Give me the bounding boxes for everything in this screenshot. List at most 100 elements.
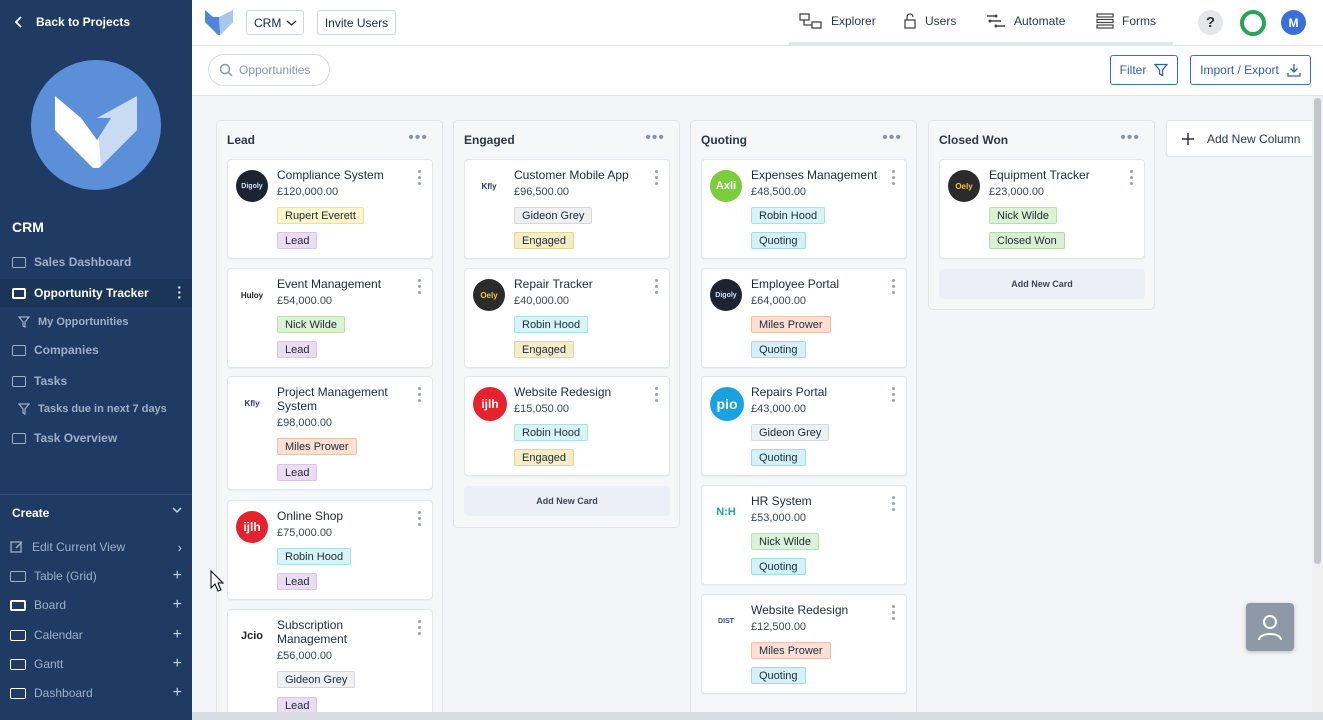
create-item-label: Table (Grid) — [34, 569, 97, 583]
more-vertical-icon[interactable] — [892, 496, 896, 511]
opportunity-card[interactable]: DIST Website Redesign £12,500.00 Miles P… — [701, 594, 907, 694]
progress-ring-icon[interactable] — [1240, 10, 1266, 36]
more-vertical-icon[interactable] — [892, 605, 896, 620]
search-box[interactable] — [208, 54, 330, 86]
more-horizontal-icon[interactable]: ••• — [882, 129, 902, 147]
more-vertical-icon[interactable] — [892, 387, 896, 402]
opportunity-card[interactable]: Huloy Event Management £54,000.00 Nick W… — [227, 268, 433, 368]
filter-button[interactable]: Filter — [1110, 55, 1178, 85]
opportunity-card[interactable]: Oely Repair Tracker £40,000.00 Robin Hoo… — [464, 268, 670, 368]
more-vertical-icon[interactable] — [418, 387, 422, 402]
opportunity-card[interactable]: Oely Equipment Tracker £23,000.00 Nick W… — [939, 159, 1145, 259]
company-logo: pio — [710, 387, 744, 421]
more-vertical-icon[interactable] — [418, 620, 422, 635]
more-vertical-icon[interactable] — [1130, 170, 1134, 185]
company-logo: Digoly — [236, 170, 268, 202]
opportunity-card[interactable]: N:H HR System £53,000.00 Nick Wilde Quot… — [701, 485, 907, 585]
card-title: Expenses Management — [751, 168, 878, 182]
plus-icon[interactable]: + — [173, 626, 182, 644]
board-column-quoting: Quoting ••• Axli Expenses Management £48… — [690, 120, 917, 712]
more-horizontal-icon[interactable]: ••• — [408, 129, 428, 147]
sidebar-item-companies[interactable]: Companies — [0, 336, 192, 364]
person-tag: Robin Hood — [514, 316, 589, 333]
create-gantt[interactable]: Gantt + — [10, 654, 182, 674]
opportunity-card[interactable]: Jcio Subscription Management £56,000.00 … — [227, 609, 433, 712]
stage-tag: Engaged — [514, 232, 575, 249]
vertical-scrollbar-thumb[interactable] — [1314, 98, 1321, 564]
plus-icon[interactable]: + — [173, 567, 182, 585]
more-horizontal-icon[interactable]: ••• — [645, 129, 665, 147]
nav-users[interactable]: Users — [903, 12, 956, 30]
app-logo-icon[interactable] — [204, 8, 234, 36]
more-vertical-icon[interactable] — [892, 170, 896, 185]
opportunity-card[interactable]: Digoly Employee Portal £64,000.00 Miles … — [701, 268, 907, 368]
add-new-card-button[interactable]: Add New Card — [464, 486, 670, 516]
add-column-label: Add New Column — [1207, 131, 1301, 146]
plus-icon[interactable]: + — [173, 655, 182, 673]
nav-explorer[interactable]: Explorer — [799, 12, 876, 30]
sidebar-item-label: Opportunity Tracker — [34, 286, 149, 300]
sidebar-item-task-overview[interactable]: Task Overview — [0, 424, 192, 452]
opportunity-card[interactable]: pio Repairs Portal £43,000.00 Gideon Gre… — [701, 376, 907, 476]
filter-icon — [1154, 63, 1169, 77]
gantt-icon — [10, 658, 26, 670]
more-vertical-icon[interactable] — [418, 170, 422, 185]
user-profile-button[interactable] — [1246, 603, 1294, 651]
user-avatar[interactable]: M — [1281, 10, 1306, 35]
opportunity-card[interactable]: Kfly Customer Mobile App £96,500.00 Gide… — [464, 159, 670, 259]
opportunity-card[interactable]: Axli Expenses Management £48,500.00 Robi… — [701, 159, 907, 259]
filter-label: Filter — [1119, 63, 1147, 77]
create-edit-current-view[interactable]: Edit Current View › — [10, 537, 182, 557]
nav-forms[interactable]: Forms — [1096, 12, 1156, 30]
more-vertical-icon[interactable] — [892, 279, 896, 294]
company-logo: Oely — [473, 279, 505, 311]
import-export-label: Import / Export — [1200, 63, 1279, 77]
search-input[interactable] — [239, 63, 325, 77]
opportunity-card[interactable]: Digoly Compliance System £120,000.00 Rup… — [227, 159, 433, 259]
create-board[interactable]: Board + — [10, 595, 182, 615]
create-dashboard[interactable]: Dashboard + — [10, 683, 182, 703]
opportunity-card[interactable]: ijlh Website Redesign £15,050.00 Robin H… — [464, 376, 670, 476]
invite-users-button[interactable]: Invite Users — [317, 10, 396, 35]
more-horizontal-icon[interactable]: ••• — [1120, 129, 1140, 147]
sidebar-item-my-opportunities[interactable]: My Opportunities — [0, 308, 192, 336]
more-vertical-icon[interactable] — [655, 279, 659, 294]
sidebar-item-sales-dashboard[interactable]: Sales Dashboard — [0, 248, 192, 276]
dashboard-icon — [12, 432, 26, 444]
chevron-down-icon — [286, 19, 297, 26]
sidebar-item-tasks-due[interactable]: Tasks due in next 7 days — [0, 395, 192, 423]
create-calendar[interactable]: Calendar + — [10, 625, 182, 645]
import-export-button[interactable]: Import / Export — [1190, 55, 1311, 85]
card-price: £96,500.00 — [514, 186, 570, 198]
app-select[interactable]: CRM — [246, 10, 304, 35]
card-price: £75,000.00 — [277, 527, 333, 539]
search-icon — [219, 63, 233, 77]
horizontal-scrollbar[interactable] — [192, 712, 1323, 720]
opportunity-card[interactable]: Kfly Project Management System £98,000.0… — [227, 376, 433, 490]
more-vertical-icon[interactable]: · · · — [177, 280, 182, 304]
create-section-toggle[interactable]: Create — [12, 506, 182, 520]
more-vertical-icon[interactable] — [418, 279, 422, 294]
person-tag: Robin Hood — [751, 207, 826, 224]
help-button[interactable]: ? — [1198, 10, 1223, 35]
create-item-label: Edit Current View — [32, 540, 126, 554]
create-table-grid[interactable]: Table (Grid) + — [10, 566, 182, 586]
add-new-card-button[interactable]: Add New Card — [939, 269, 1145, 299]
card-title: Website Redesign — [751, 603, 849, 617]
section-title: CRM — [12, 219, 44, 235]
more-vertical-icon[interactable] — [655, 387, 659, 402]
person-tag: Rupert Everett — [277, 207, 364, 224]
add-new-column-button[interactable]: Add New Column — [1166, 120, 1312, 157]
nav-automate[interactable]: Automate — [986, 12, 1065, 30]
board-column-lead: Lead ••• Digoly Compliance System £120,0… — [216, 120, 443, 712]
plus-icon[interactable]: + — [173, 684, 182, 702]
sidebar-item-tasks[interactable]: Tasks — [0, 367, 192, 395]
plus-icon[interactable]: + — [173, 596, 182, 614]
sidebar-item-opportunity-tracker[interactable]: Opportunity Tracker · · · — [0, 279, 192, 307]
back-to-projects-link[interactable]: Back to Projects — [14, 14, 130, 30]
create-item-label: Board — [34, 598, 67, 612]
more-vertical-icon[interactable] — [655, 170, 659, 185]
more-vertical-icon[interactable] — [418, 511, 422, 526]
opportunity-card[interactable]: ijlh Online Shop £75,000.00 Robin Hood L… — [227, 500, 433, 600]
company-logo: DIST — [710, 605, 742, 637]
